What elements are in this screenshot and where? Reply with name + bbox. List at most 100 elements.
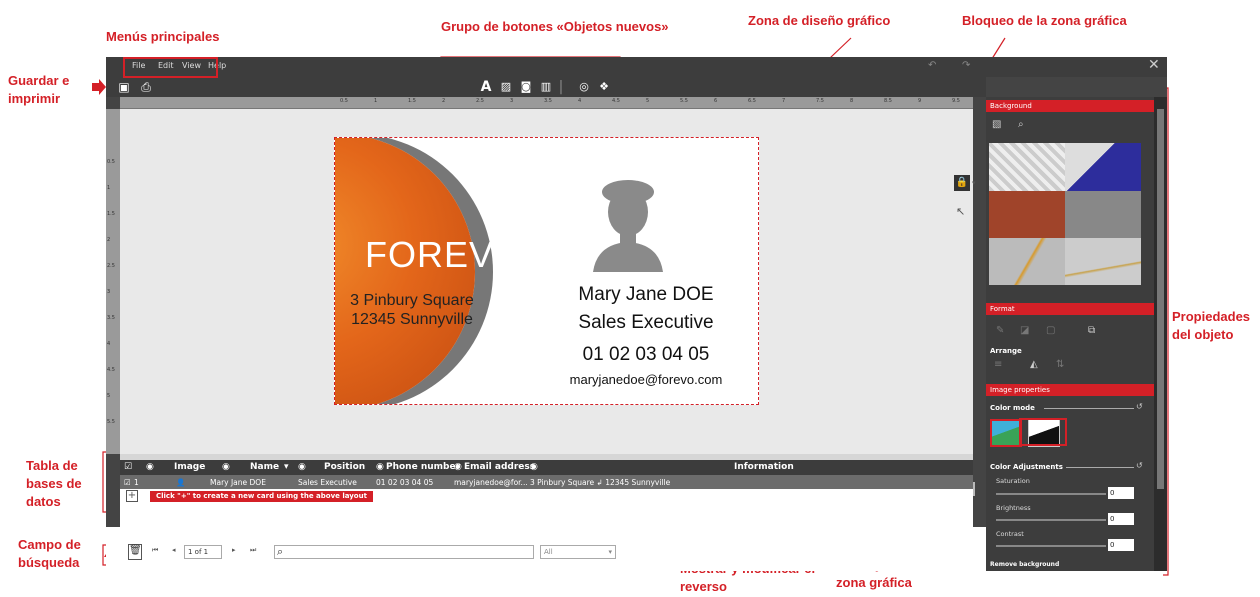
background-thumb[interactable] <box>1065 238 1141 285</box>
eye-icon[interactable]: ◉ <box>146 462 154 472</box>
ruler-tick-label: 8.5 <box>884 98 892 104</box>
ruler-tick-label: 5.5 <box>680 98 688 104</box>
card-front[interactable]: FOREVO 3 Pinbury Square 12345 Sunnyville… <box>334 137 759 405</box>
select-all-checkbox[interactable]: ☑ <box>124 462 132 472</box>
fill-icon[interactable]: ◪ <box>1020 325 1029 336</box>
color-mode-color[interactable] <box>990 419 1022 447</box>
highlight-zoom <box>1019 418 1067 446</box>
brightness-label: Brightness <box>996 504 1031 512</box>
row-checkbox[interactable]: ☑ <box>124 478 131 487</box>
vertical-ruler: 0.5 1 1.5 2 2.5 3 3.5 4 4.5 5 5.5 <box>106 109 120 454</box>
image-object-icon[interactable]: ▨ <box>498 79 514 95</box>
card-address-line1[interactable]: 3 Pinbury Square <box>347 292 477 310</box>
eye-icon[interactable]: ◉ <box>222 462 230 472</box>
properties-panel: Background ▧ ⌕ Format ✎ ◪ ▢ ⧉ Arrange ≡ … <box>986 97 1154 571</box>
table-row[interactable]: ☑ 1 👤 Mary Jane DOE Sales Executive 01 0… <box>120 475 973 489</box>
divider <box>1066 467 1134 468</box>
next-page-icon[interactable]: ▸ <box>232 546 236 554</box>
prev-page-icon[interactable]: ◂ <box>172 546 176 554</box>
background-thumb[interactable] <box>989 143 1065 191</box>
barcode-icon[interactable]: ▥ <box>538 79 554 95</box>
first-page-icon[interactable]: ⏮ <box>152 546 158 555</box>
logo-icon[interactable]: ◎ <box>576 79 592 95</box>
background-thumb[interactable] <box>989 238 1065 285</box>
toolbar: ▣ ⎙ A ▨ ◙ ▥ | ◎ ❖ <box>106 77 986 97</box>
ruler-tick-label: 3.5 <box>107 315 115 321</box>
highlight-menus <box>123 57 218 78</box>
row-name[interactable]: Mary Jane DOE <box>210 478 266 487</box>
color-adjustments-label: Color Adjustments <box>990 463 1063 471</box>
brightness-slider[interactable] <box>996 519 1106 521</box>
eye-icon[interactable]: ◉ <box>530 462 538 472</box>
column-name[interactable]: Name <box>250 462 279 472</box>
divider <box>1044 408 1134 409</box>
reset-icon[interactable]: ↺ <box>1136 461 1143 470</box>
contrast-slider[interactable] <box>996 545 1106 547</box>
shape-icon[interactable]: ❖ <box>596 79 612 95</box>
camera-icon[interactable]: ◙ <box>518 79 534 95</box>
card-name[interactable]: Mary Jane DOE <box>531 284 758 306</box>
contrast-value[interactable]: 0 <box>1108 539 1134 551</box>
background-thumb[interactable] <box>1065 191 1141 238</box>
card-address-line2[interactable]: 12345 Sunnyville <box>347 311 477 329</box>
border-icon[interactable]: ▢ <box>1046 325 1055 336</box>
column-image[interactable]: Image <box>174 462 205 472</box>
column-information[interactable]: Information <box>734 462 794 472</box>
card-phone[interactable]: 01 02 03 04 05 <box>531 344 758 366</box>
lock-icon[interactable]: 🔒 <box>954 175 970 191</box>
design-area[interactable]: FOREVO 3 Pinbury Square 12345 Sunnyville… <box>120 109 976 496</box>
card-email[interactable]: maryjanedoe@forevo.com <box>531 372 758 387</box>
column-phone[interactable]: Phone number <box>386 462 460 472</box>
eye-icon[interactable]: ◉ <box>454 462 462 472</box>
card-brand[interactable]: FOREVO <box>365 234 522 276</box>
background-thumb[interactable] <box>1065 143 1141 191</box>
redo-icon[interactable]: ↷ <box>962 60 970 71</box>
column-email[interactable]: Email address <box>464 462 535 472</box>
panel-scrollbar[interactable] <box>1154 97 1167 571</box>
last-page-icon[interactable]: ⏭ <box>250 546 256 555</box>
reset-icon[interactable]: ↺ <box>1136 402 1143 411</box>
ruler-tick-label: 3 <box>510 98 514 104</box>
background-thumb[interactable] <box>989 191 1065 238</box>
brightness-value[interactable]: 0 <box>1108 513 1134 525</box>
row-information[interactable]: 3 Pinbury Square ↲ 12345 Sunnyville <box>530 478 670 487</box>
undo-icon[interactable]: ↶ <box>928 60 936 71</box>
filter-dropdown[interactable]: All ▾ <box>540 545 616 559</box>
lock-dropdown-icon[interactable]: ▾ <box>972 179 976 187</box>
saturation-slider[interactable] <box>996 493 1106 495</box>
card-title[interactable]: Sales Executive <box>531 312 758 334</box>
search-input[interactable]: ⌕ <box>274 545 534 559</box>
contrast-label: Contrast <box>996 530 1024 538</box>
background-search-icon[interactable]: ⌕ <box>1018 119 1024 130</box>
background-image-icon[interactable]: ▧ <box>992 119 1001 130</box>
section-image-properties: Image properties <box>986 384 1154 396</box>
arrange-label: Arrange <box>990 347 1022 355</box>
filter-icon[interactable]: ▾ <box>284 462 289 472</box>
person-placeholder-icon[interactable] <box>593 178 663 272</box>
row-phone[interactable]: 01 02 03 04 05 <box>376 478 433 487</box>
row-position[interactable]: Sales Executive <box>298 478 357 487</box>
distribute-icon[interactable]: ⇅ <box>1056 359 1064 370</box>
close-icon[interactable]: ✕ <box>1148 57 1160 73</box>
saturation-value[interactable]: 0 <box>1108 487 1134 499</box>
delete-icon[interactable]: 🗑 <box>128 544 142 560</box>
format-pen-icon[interactable]: ✎ <box>996 325 1004 336</box>
ruler-tick-label: 6 <box>714 98 718 104</box>
print-icon[interactable]: ⎙ <box>138 79 154 95</box>
row-email[interactable]: maryjanedoe@for... <box>454 478 528 487</box>
eye-icon[interactable]: ◉ <box>298 462 306 472</box>
layout-icon[interactable]: ⧉ <box>1088 325 1095 336</box>
eye-icon[interactable]: ◉ <box>376 462 384 472</box>
background-gallery[interactable] <box>989 143 1141 285</box>
rotate-icon[interactable]: ◭ <box>1030 359 1038 370</box>
save-icon[interactable]: ▣ <box>116 79 132 95</box>
ruler-tick-label: 2 <box>442 98 446 104</box>
ruler-tick-label: 3.5 <box>544 98 552 104</box>
page-indicator[interactable]: 1 of 1 <box>184 545 222 559</box>
text-object-icon[interactable]: A <box>478 79 494 95</box>
section-format: Format <box>986 303 1154 315</box>
column-position[interactable]: Position <box>324 462 365 472</box>
align-icon[interactable]: ≡ <box>994 359 1002 370</box>
scrollbar-thumb[interactable] <box>1157 109 1164 489</box>
add-row-button[interactable]: + <box>126 490 138 502</box>
